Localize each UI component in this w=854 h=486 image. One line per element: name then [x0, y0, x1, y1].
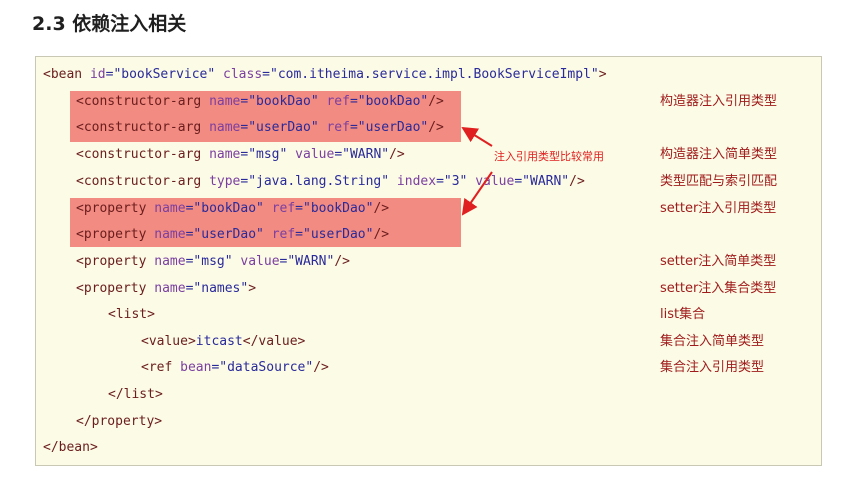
arrow-to-constructor — [461, 126, 493, 147]
callout-arrows — [461, 126, 493, 216]
arrow-to-property — [461, 171, 493, 216]
callout-label: 注入引用类型比较常用 — [494, 150, 604, 163]
